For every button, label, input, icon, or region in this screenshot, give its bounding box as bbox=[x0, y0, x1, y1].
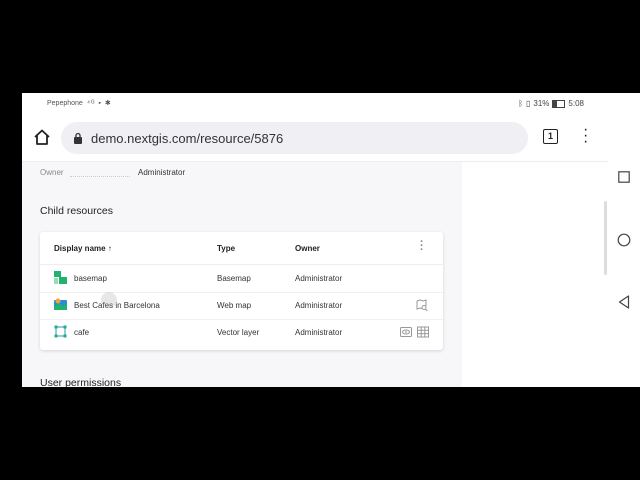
home-button-icon[interactable] bbox=[617, 233, 631, 247]
lock-icon bbox=[74, 132, 82, 144]
scrollbar[interactable] bbox=[604, 201, 607, 275]
row-owner: Administrator bbox=[295, 301, 343, 310]
table-row[interactable]: Best Cafes in Barcelona Web map Administ… bbox=[40, 292, 443, 320]
browser-toolbar: demo.nextgis.com/resource/5876 1 · · · bbox=[22, 115, 608, 161]
table-header: Display name ↑ Type Owner · · · bbox=[40, 232, 443, 265]
column-owner[interactable]: Owner bbox=[295, 244, 320, 253]
column-display-name[interactable]: Display name ↑ bbox=[54, 244, 112, 253]
row-name[interactable]: Best Cafes in Barcelona bbox=[74, 301, 160, 310]
home-icon[interactable] bbox=[33, 128, 51, 146]
clock: 5:08 bbox=[568, 99, 584, 108]
owner-value: Administrator bbox=[138, 168, 186, 177]
battery-percent: 31% bbox=[533, 99, 550, 108]
child-resources-title: Child resources bbox=[40, 205, 113, 217]
bluetooth-icon: ᛒ bbox=[518, 99, 523, 108]
row-type: Basemap bbox=[217, 274, 251, 283]
page-content: Owner Administrator Child resources Disp… bbox=[22, 161, 608, 387]
recent-apps-icon[interactable] bbox=[618, 171, 630, 183]
vector-layer-icon bbox=[54, 325, 67, 338]
user-permissions-title: User permissions bbox=[40, 377, 122, 387]
basemap-icon bbox=[54, 271, 67, 284]
right-pane bbox=[462, 162, 608, 387]
status-bar: Pepephone ⁴ᴳ ▪ ✱ ᛒ ▯ 31% 5:08 bbox=[22, 93, 608, 115]
browser-menu-icon[interactable]: · · · bbox=[583, 122, 588, 150]
address-bar[interactable]: demo.nextgis.com/resource/5876 bbox=[61, 122, 528, 154]
touch-indicator bbox=[101, 292, 117, 308]
sort-arrow-icon: ↑ bbox=[107, 244, 112, 253]
carrier-label: Pepephone bbox=[47, 100, 83, 107]
status-icons: ⁴ᴳ ▪ ✱ bbox=[87, 100, 112, 107]
open-map-icon[interactable] bbox=[416, 299, 428, 311]
owner-label: Owner bbox=[40, 168, 64, 177]
table-row[interactable]: basemap Basemap Administrator bbox=[40, 265, 443, 293]
preview-icon[interactable] bbox=[400, 326, 412, 338]
row-name[interactable]: basemap bbox=[74, 274, 107, 283]
url-text[interactable]: demo.nextgis.com/resource/5876 bbox=[91, 131, 283, 146]
table-row[interactable]: cafe Vector layer Administrator bbox=[40, 319, 443, 346]
table-icon[interactable] bbox=[417, 326, 429, 338]
battery-icon bbox=[552, 99, 566, 108]
row-name[interactable]: cafe bbox=[74, 328, 89, 337]
row-owner: Administrator bbox=[295, 274, 343, 283]
row-type: Vector layer bbox=[217, 328, 260, 337]
row-type: Web map bbox=[217, 301, 252, 310]
row-owner: Administrator bbox=[295, 328, 343, 337]
browser-window: Pepephone ⁴ᴳ ▪ ✱ ᛒ ▯ 31% 5:08 demo.nextg… bbox=[22, 93, 608, 387]
vibrate-icon: ▯ bbox=[526, 99, 531, 108]
column-type[interactable]: Type bbox=[217, 244, 235, 253]
owner-divider bbox=[70, 176, 130, 177]
column-menu-icon[interactable]: · · · bbox=[420, 237, 424, 256]
navigation-bar bbox=[608, 93, 640, 387]
child-resources-table: Display name ↑ Type Owner · · · basemap Ba… bbox=[40, 232, 443, 350]
back-button-icon[interactable] bbox=[618, 295, 630, 309]
webmap-icon bbox=[54, 298, 67, 310]
tab-switcher-button[interactable]: 1 bbox=[543, 129, 558, 144]
